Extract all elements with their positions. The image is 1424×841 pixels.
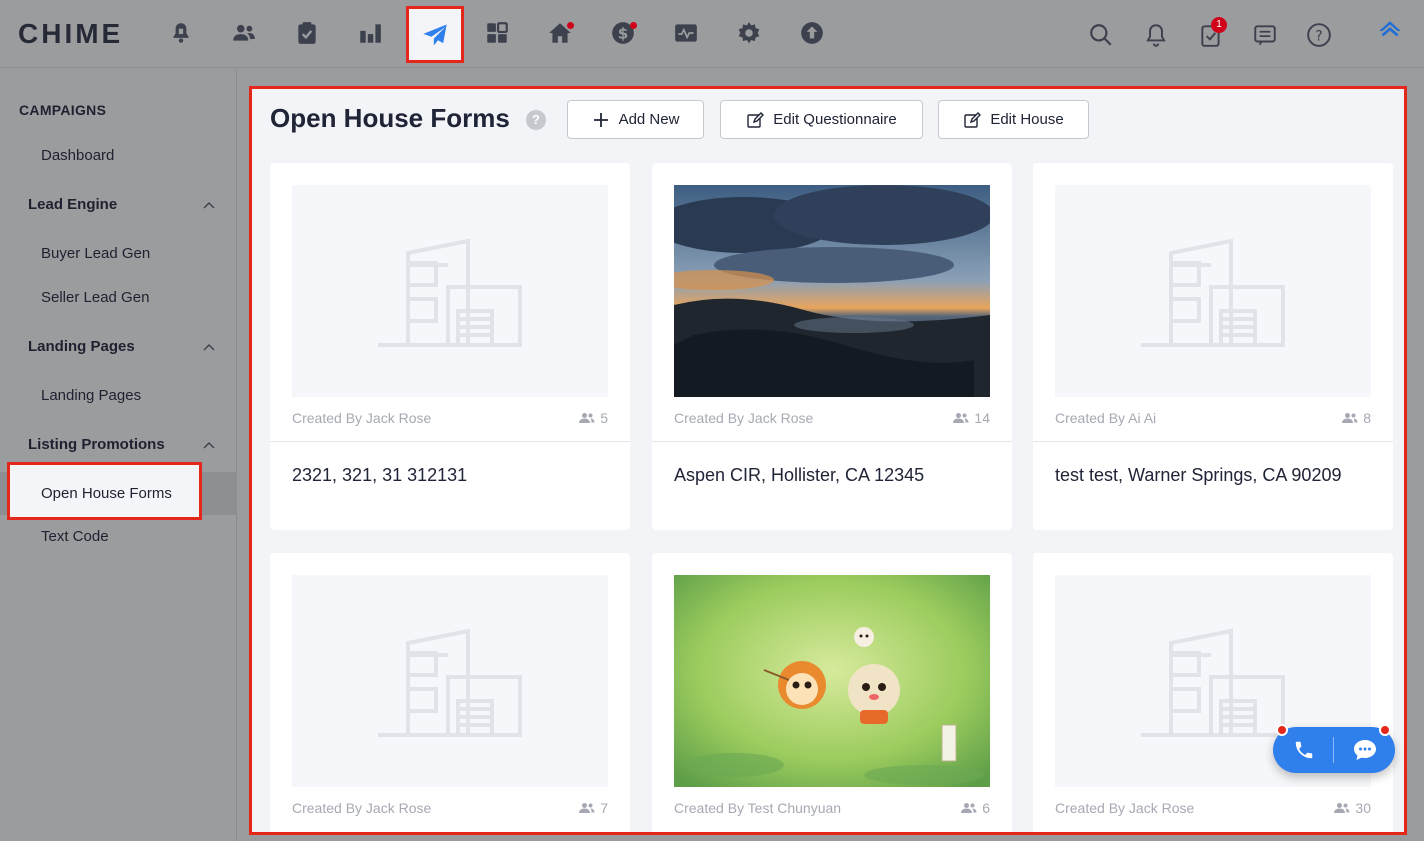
sidebar-item-landing-pages[interactable]: Landing Pages — [41, 387, 141, 404]
open-house-card[interactable]: Created By Test Chunyuan 6 — [652, 553, 1012, 832]
sunset-coast-image — [674, 185, 990, 397]
edit-house-button[interactable]: Edit House — [938, 100, 1089, 139]
chevron-up-icon[interactable] — [203, 201, 215, 209]
svg-text:?: ? — [1315, 28, 1322, 44]
task-badge: 1 — [1211, 17, 1227, 33]
message-icon[interactable] — [1252, 22, 1278, 48]
notification-dot — [1379, 724, 1391, 736]
card-address: test test, Warner Springs, CA 90209 — [1055, 465, 1342, 485]
help-icon[interactable]: ? — [1306, 22, 1332, 48]
edit-icon — [964, 111, 982, 128]
sidebar: CAMPAIGNS Dashboard Lead Engine Buyer Le… — [0, 69, 237, 841]
widget-separator — [1333, 737, 1334, 763]
created-by-text: Created By Ai Ai — [1055, 410, 1157, 426]
open-house-card[interactable]: Created By Jack Rose 14 Aspen CIR, Holli… — [652, 163, 1012, 530]
sidebar-item-buyer-lead-gen[interactable]: Buyer Lead Gen — [41, 245, 150, 262]
card-divider — [1033, 441, 1393, 442]
house-placeholder-image — [292, 575, 608, 787]
open-house-card[interactable]: Created By Jack Rose 7 — [270, 553, 630, 832]
notification-dot — [567, 22, 574, 29]
sidebar-group-listing-promotions[interactable]: Listing Promotions — [28, 436, 165, 453]
page-title: Open House Forms — [270, 103, 510, 133]
card-address: Aspen CIR, Hollister, CA 12345 — [674, 465, 925, 485]
attendee-count-value: 30 — [1355, 800, 1371, 816]
chart-line-icon[interactable] — [671, 18, 701, 48]
people-icon — [579, 413, 595, 423]
phone-icon[interactable] — [1293, 739, 1315, 761]
created-by-text: Created By Jack Rose — [674, 410, 814, 426]
attendee-count-value: 8 — [1363, 410, 1371, 426]
chime-logo[interactable]: CHIME — [18, 18, 123, 50]
card-address: 2321, 321, 31 312131 — [292, 465, 468, 485]
clipboard-check-icon[interactable] — [292, 18, 322, 48]
search-icon[interactable] — [1088, 22, 1114, 48]
nav-campaigns-active[interactable] — [406, 6, 464, 63]
attendee-count: 7 — [579, 800, 608, 816]
created-by-text: Created By Jack Rose — [1055, 800, 1195, 816]
open-house-card[interactable]: Created By Jack Rose 5 2321, 321, 31 312… — [270, 163, 630, 530]
edit-questionnaire-button[interactable]: Edit Questionnaire — [720, 100, 923, 139]
notification-bell-icon[interactable] — [1143, 22, 1169, 48]
sidebar-item-label: Open House Forms — [41, 485, 172, 502]
attendee-count: 14 — [953, 410, 990, 426]
bell-alert-icon[interactable] — [166, 18, 196, 48]
sidebar-group-lead-engine[interactable]: Lead Engine — [28, 196, 117, 213]
attendee-count-value: 7 — [600, 800, 608, 816]
attendee-count: 8 — [1342, 410, 1371, 426]
open-house-card[interactable]: Created By Jack Rose 30 — [1033, 553, 1393, 832]
edit-icon — [747, 111, 765, 128]
help-circle-icon[interactable]: ? — [526, 110, 546, 130]
brand-icon[interactable] — [1377, 18, 1403, 44]
edit-house-label: Edit House — [990, 111, 1064, 128]
attendee-count: 30 — [1334, 800, 1371, 816]
attendee-count: 5 — [579, 410, 608, 426]
attendee-count-value: 6 — [982, 800, 990, 816]
people-icon — [579, 803, 595, 813]
created-by-text: Created By Test Chunyuan — [674, 800, 842, 816]
cartoon-cats-image — [674, 575, 990, 787]
main-content: Open House Forms ? Add New Edit Question… — [249, 86, 1407, 835]
people-icon — [1342, 413, 1358, 423]
house-placeholder-image — [292, 185, 608, 397]
card-divider — [270, 441, 630, 442]
bar-chart-icon[interactable] — [355, 18, 385, 48]
people-icon — [1334, 803, 1350, 813]
upload-icon[interactable] — [797, 18, 827, 48]
top-navigation-bar: CHIME $ 1 ? — [0, 0, 1424, 68]
chat-bubble-icon[interactable] — [1353, 739, 1377, 761]
house-placeholder-image — [1055, 185, 1371, 397]
sidebar-group-landing-pages[interactable]: Landing Pages — [28, 338, 135, 355]
attendee-count-value: 14 — [974, 410, 990, 426]
chevron-up-icon[interactable] — [203, 441, 215, 449]
created-by-text: Created By Jack Rose — [292, 410, 432, 426]
gear-icon[interactable] — [734, 18, 764, 48]
sidebar-item-open-house-forms[interactable]: Open House Forms — [7, 462, 202, 520]
attendee-count-value: 5 — [600, 410, 608, 426]
notification-dot — [1276, 724, 1288, 736]
svg-text:$: $ — [618, 24, 629, 42]
sidebar-item-dashboard[interactable]: Dashboard — [41, 147, 114, 164]
people-icon — [961, 803, 977, 813]
card-divider — [652, 441, 1012, 442]
dashboard-grid-icon[interactable] — [482, 18, 512, 48]
open-house-card[interactable]: Created By Ai Ai 8 test test, Warner Spr… — [1033, 163, 1393, 530]
edit-questionnaire-label: Edit Questionnaire — [773, 111, 897, 128]
plus-icon — [593, 112, 608, 127]
created-by-text: Created By Jack Rose — [292, 800, 432, 816]
chevron-up-icon[interactable] — [203, 343, 215, 351]
paper-plane-icon — [423, 24, 447, 45]
sidebar-item-seller-lead-gen[interactable]: Seller Lead Gen — [41, 289, 149, 306]
notification-dot — [630, 22, 637, 29]
add-new-label: Add New — [618, 111, 680, 128]
people-icon — [953, 413, 969, 423]
add-new-button[interactable]: Add New — [567, 100, 704, 139]
sidebar-item-text-code[interactable]: Text Code — [41, 528, 109, 545]
attendee-count: 6 — [961, 800, 990, 816]
sidebar-header: CAMPAIGNS — [19, 102, 107, 118]
people-icon[interactable] — [229, 18, 259, 48]
floating-contact-widget — [1273, 727, 1395, 773]
